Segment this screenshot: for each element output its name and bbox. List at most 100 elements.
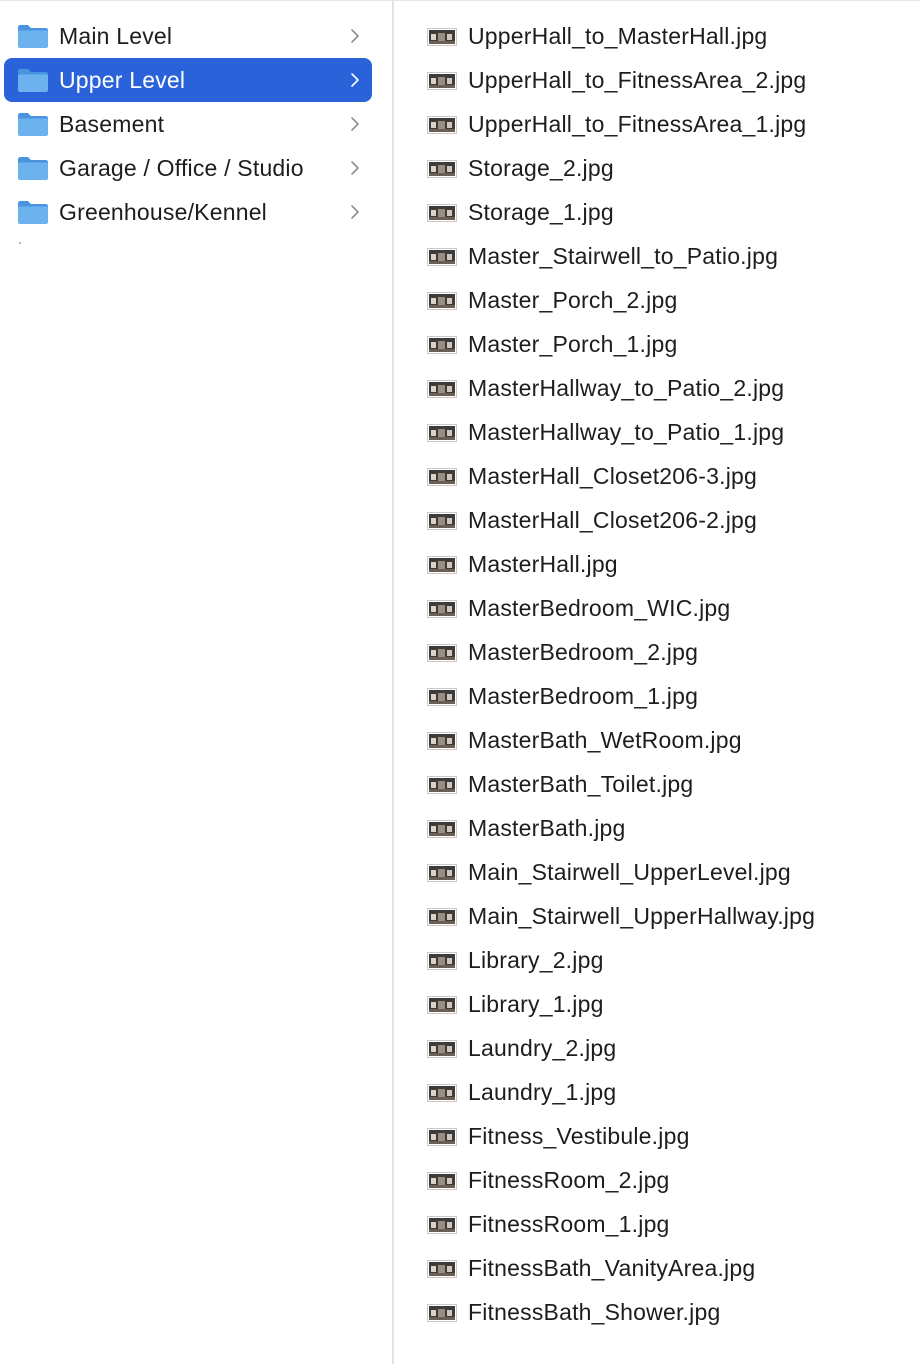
file-name: Master_Porch_2.jpg xyxy=(468,287,678,313)
file-row[interactable]: MasterBedroom_1.jpg xyxy=(394,674,920,718)
chevron-right-icon xyxy=(351,205,359,219)
file-row[interactable]: Master_Porch_1.jpg xyxy=(394,322,920,366)
file-name: UpperHall_to_MasterHall.jpg xyxy=(468,23,768,49)
jpg-thumbnail-icon xyxy=(427,380,457,398)
jpg-thumbnail-icon xyxy=(427,28,457,46)
file-row[interactable]: MasterHallway_to_Patio_1.jpg xyxy=(394,410,920,454)
file-name: MasterHall.jpg xyxy=(468,551,618,577)
file-row[interactable]: Storage_1.jpg xyxy=(394,190,920,234)
file-row[interactable]: Storage_2.jpg xyxy=(394,146,920,190)
file-name: FitnessBath_Shower.jpg xyxy=(468,1299,721,1325)
jpg-thumbnail-icon xyxy=(427,776,457,794)
file-row[interactable]: Main_Stairwell_UpperLevel.jpg xyxy=(394,850,920,894)
file-row[interactable]: MasterBedroom_WIC.jpg xyxy=(394,586,920,630)
chevron-right-icon xyxy=(351,117,359,131)
jpg-thumbnail-icon xyxy=(427,292,457,310)
file-column[interactable]: UpperHall_to_MasterHall.jpg UpperHall_to… xyxy=(394,0,920,1364)
jpg-thumbnail-icon xyxy=(427,996,457,1014)
file-name: Library_1.jpg xyxy=(468,991,604,1017)
file-row[interactable]: Library_1.jpg xyxy=(394,982,920,1026)
folder-label: Garage / Office / Studio xyxy=(59,155,304,181)
file-name: Fitness_Vestibule.jpg xyxy=(468,1123,690,1149)
jpg-thumbnail-icon xyxy=(427,864,457,882)
jpg-thumbnail-icon xyxy=(427,1128,457,1146)
folder-row-main-level[interactable]: Main Level xyxy=(4,14,372,58)
folder-label: Upper Level xyxy=(59,67,186,93)
file-name: FitnessBath_VanityArea.jpg xyxy=(468,1255,756,1281)
file-name: MasterHallway_to_Patio_1.jpg xyxy=(468,419,785,445)
file-name: FitnessRoom_2.jpg xyxy=(468,1167,670,1193)
folder-row-basement[interactable]: Basement xyxy=(4,102,372,146)
file-row[interactable]: FitnessRoom_1.jpg xyxy=(394,1202,920,1246)
jpg-thumbnail-icon xyxy=(427,688,457,706)
file-row[interactable]: MasterBath_Toilet.jpg xyxy=(394,762,920,806)
folder-row-garage-office-studio[interactable]: Garage / Office / Studio xyxy=(4,146,372,190)
file-row[interactable]: MasterHall_Closet206-3.jpg xyxy=(394,454,920,498)
chevron-right-icon xyxy=(351,73,359,87)
file-name: MasterBath.jpg xyxy=(468,815,626,841)
folder-label: Basement xyxy=(59,111,165,137)
file-name: MasterBedroom_WIC.jpg xyxy=(468,595,731,621)
file-name: Laundry_1.jpg xyxy=(468,1079,617,1105)
folder-row-greenhouse-kennel[interactable]: Greenhouse/Kennel xyxy=(4,190,372,234)
file-row[interactable]: Library_2.jpg xyxy=(394,938,920,982)
file-row[interactable]: UpperHall_to_FitnessArea_1.jpg xyxy=(394,102,920,146)
jpg-thumbnail-icon xyxy=(427,512,457,530)
file-row[interactable]: MasterBath.jpg xyxy=(394,806,920,850)
file-name: UpperHall_to_FitnessArea_1.jpg xyxy=(468,111,807,137)
chevron-right-icon xyxy=(351,161,359,175)
jpg-thumbnail-icon xyxy=(427,1216,457,1234)
file-row[interactable]: MasterBedroom_2.jpg xyxy=(394,630,920,674)
file-name: Laundry_2.jpg xyxy=(468,1035,617,1061)
chevron-right-icon xyxy=(351,29,359,43)
jpg-thumbnail-icon xyxy=(427,116,457,134)
jpg-thumbnail-icon xyxy=(427,952,457,970)
jpg-thumbnail-icon xyxy=(427,424,457,442)
folder-label: Main Level xyxy=(59,23,173,49)
jpg-thumbnail-icon xyxy=(427,556,457,574)
jpg-thumbnail-icon xyxy=(427,336,457,354)
file-name: UpperHall_to_FitnessArea_2.jpg xyxy=(468,67,807,93)
file-row[interactable]: Master_Stairwell_to_Patio.jpg xyxy=(394,234,920,278)
file-name: MasterBath_WetRoom.jpg xyxy=(468,727,742,753)
file-row[interactable]: FitnessBath_Shower.jpg xyxy=(394,1290,920,1334)
folder-label: Greenhouse/Kennel xyxy=(59,199,267,225)
file-row[interactable]: MasterBath_WetRoom.jpg xyxy=(394,718,920,762)
file-name: MasterHallway_to_Patio_2.jpg xyxy=(468,375,785,401)
jpg-thumbnail-icon xyxy=(427,1304,457,1322)
folder-icon xyxy=(18,113,48,136)
file-row[interactable]: MasterHallway_to_Patio_2.jpg xyxy=(394,366,920,410)
jpg-thumbnail-icon xyxy=(427,1172,457,1190)
file-name: Master_Stairwell_to_Patio.jpg xyxy=(468,243,779,269)
jpg-thumbnail-icon xyxy=(427,160,457,178)
jpg-thumbnail-icon xyxy=(427,1040,457,1058)
jpg-thumbnail-icon xyxy=(427,468,457,486)
file-row[interactable]: Laundry_1.jpg xyxy=(394,1070,920,1114)
file-name: MasterBedroom_2.jpg xyxy=(468,639,699,665)
file-name: FitnessRoom_1.jpg xyxy=(468,1211,670,1237)
jpg-thumbnail-icon xyxy=(427,248,457,266)
file-row[interactable]: MasterHall.jpg xyxy=(394,542,920,586)
file-row[interactable]: UpperHall_to_FitnessArea_2.jpg xyxy=(394,58,920,102)
file-row[interactable]: Laundry_2.jpg xyxy=(394,1026,920,1070)
file-row[interactable]: MasterHall_Closet206-2.jpg xyxy=(394,498,920,542)
file-row[interactable]: FitnessBath_VanityArea.jpg xyxy=(394,1246,920,1290)
jpg-thumbnail-icon xyxy=(427,820,457,838)
jpg-thumbnail-icon xyxy=(427,1084,457,1102)
file-row[interactable]: Main_Stairwell_UpperHallway.jpg xyxy=(394,894,920,938)
file-name: MasterBath_Toilet.jpg xyxy=(468,771,694,797)
file-row[interactable]: UpperHall_to_MasterHall.jpg xyxy=(394,14,920,58)
file-row[interactable]: Fitness_Vestibule.jpg xyxy=(394,1114,920,1158)
file-name: Storage_2.jpg xyxy=(468,155,614,181)
jpg-thumbnail-icon xyxy=(427,644,457,662)
file-row[interactable]: Master_Porch_2.jpg xyxy=(394,278,920,322)
file-name: MasterHall_Closet206-3.jpg xyxy=(468,463,758,489)
file-name: Storage_1.jpg xyxy=(468,199,614,225)
folder-column[interactable]: Main Level Upper Level Basement Garage /… xyxy=(0,0,392,1364)
jpg-thumbnail-icon xyxy=(427,600,457,618)
folder-row-upper-level[interactable]: Upper Level xyxy=(4,58,372,102)
jpg-thumbnail-icon xyxy=(427,72,457,90)
file-name: Main_Stairwell_UpperHallway.jpg xyxy=(468,903,816,929)
folder-icon xyxy=(18,201,48,224)
file-row[interactable]: FitnessRoom_2.jpg xyxy=(394,1158,920,1202)
